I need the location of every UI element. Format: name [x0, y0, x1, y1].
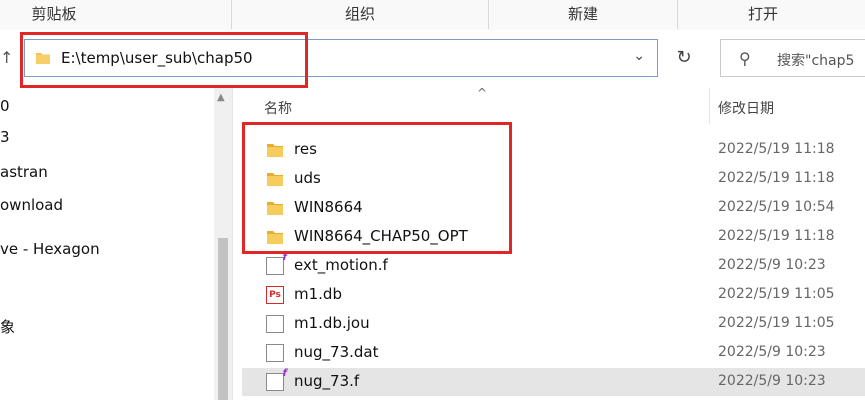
blank-file-icon: [266, 315, 284, 333]
search-box[interactable]: ⚲ 搜索"chap5: [720, 39, 865, 77]
scrollbar-thumb[interactable]: [218, 238, 228, 400]
navigation-pane: 0 3 astran ownload ve - Hexagon 象: [0, 88, 232, 400]
file-date: 2022/5/19 10:54: [718, 199, 835, 215]
sort-ascending-icon: ^: [477, 86, 488, 100]
file-date: 2022/5/19 11:05: [718, 286, 835, 302]
ps-file-icon: Ps: [266, 286, 284, 304]
fortran-file-icon: [266, 252, 287, 275]
nav-item[interactable]: 3: [0, 128, 10, 146]
file-date: 2022/5/9 10:23: [718, 344, 826, 360]
file-row-selected[interactable]: nug_73.f 2022/5/9 10:23: [242, 368, 865, 396]
scroll-up-icon[interactable]: ▲: [217, 92, 225, 103]
column-header-name[interactable]: 名称: [264, 98, 292, 118]
file-date: 2022/5/19 11:18: [718, 228, 835, 244]
nav-pane-scrollbar[interactable]: ▲: [214, 88, 232, 400]
highlight-box-address: [20, 32, 308, 88]
refresh-icon[interactable]: ↻: [668, 39, 700, 77]
file-date: 2022/5/19 11:18: [718, 141, 835, 157]
nav-item[interactable]: 0: [0, 97, 10, 115]
nav-item[interactable]: ve - Hexagon: [0, 240, 100, 258]
file-name: ext_motion.f: [294, 256, 388, 274]
column-header-date[interactable]: 修改日期: [718, 98, 774, 118]
highlight-box-folders: [242, 122, 512, 254]
search-icon: ⚲: [739, 49, 751, 68]
chevron-down-icon[interactable]: ⌄: [633, 48, 645, 64]
file-name: nug_73.dat: [294, 343, 379, 361]
file-name: m1.db.jou: [294, 314, 370, 332]
search-placeholder[interactable]: 搜索"chap5: [777, 50, 854, 70]
up-arrow-icon[interactable]: ↑: [0, 48, 13, 68]
file-row[interactable]: ext_motion.f 2022/5/9 10:23: [242, 252, 865, 280]
file-row[interactable]: Ps m1.db 2022/5/19 11:05: [242, 281, 865, 309]
file-name: nug_73.f: [294, 372, 360, 390]
ribbon-group-new: 新建: [567, 5, 598, 23]
nav-item[interactable]: 象: [0, 316, 15, 337]
file-row[interactable]: nug_73.dat 2022/5/9 10:23: [242, 339, 865, 367]
file-row[interactable]: m1.db.jou 2022/5/19 11:05: [242, 310, 865, 338]
file-date: 2022/5/9 10:23: [718, 257, 826, 273]
ribbon-group-organize: 组织: [344, 5, 375, 23]
file-name: m1.db: [294, 285, 342, 303]
fortran-file-icon: [266, 368, 287, 391]
ribbon-group-labels: 剪贴板 组织 新建 打开: [0, 0, 865, 31]
nav-item[interactable]: ownload: [0, 196, 63, 214]
file-date: 2022/5/9 10:23: [718, 373, 826, 389]
column-separator[interactable]: [709, 88, 710, 124]
blank-file-icon: [266, 344, 284, 362]
file-date: 2022/5/19 11:05: [718, 315, 835, 331]
nav-item[interactable]: astran: [0, 163, 48, 181]
file-date: 2022/5/19 11:18: [718, 170, 835, 186]
ribbon-group-clipboard: 剪贴板: [31, 5, 77, 23]
pane-divider[interactable]: [232, 88, 233, 400]
ribbon-group-open: 打开: [747, 5, 778, 23]
